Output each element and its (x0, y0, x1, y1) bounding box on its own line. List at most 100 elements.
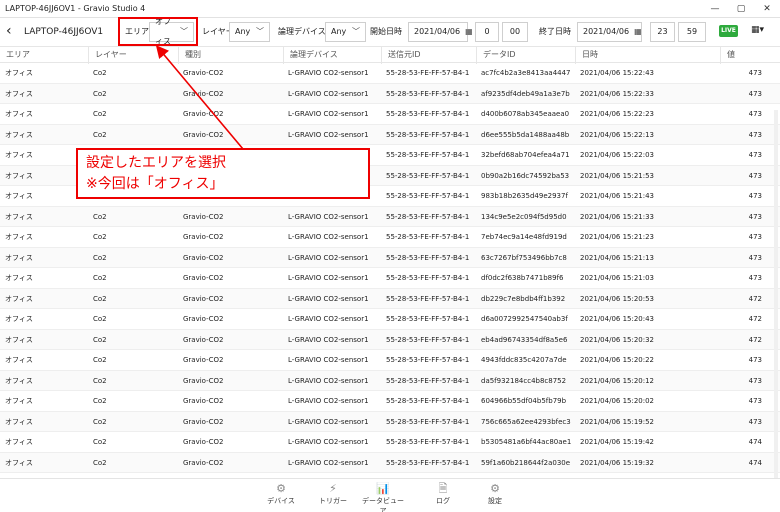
table-row[interactable]: オフィス Co2 Gravio-CO2 L-GRAVIO CO2-sensor1 55-… (0, 370, 780, 391)
col-data-id-cell: 0b90a2b16dc74592ba53 (481, 171, 570, 180)
col-logical-device-header[interactable]: 論理デバイス (283, 47, 381, 64)
col-data-id-cell: b5305481a6bf44ac80ae1 (481, 438, 572, 446)
logical-device-label: 論理デバイス (278, 27, 326, 36)
layer-value: Any (235, 27, 251, 36)
calendar-icon[interactable]: ▦ (465, 22, 473, 42)
calendar-icon[interactable]: ▦ (634, 22, 642, 42)
col-value-cell: 472 (748, 335, 762, 344)
data-table: エリア レイヤー 種別 論理デバイス 送信元ID データID 日時値 オフィス Co2 Grav… (0, 46, 780, 478)
col-value-cell: 473 (748, 171, 762, 180)
maximize-button[interactable]: ▢ (728, 0, 754, 18)
col-data-id-header[interactable]: データID (476, 47, 575, 64)
col-layer-cell: Co2 (93, 274, 107, 282)
end-hour-value: 23 (657, 27, 668, 36)
col-type-cell: Gravio-CO2 (183, 212, 224, 221)
col-datetime-cell: 2021/04/06 15:22:33 (580, 89, 655, 98)
col-type-cell: Gravio-CO2 (183, 274, 224, 282)
table-row[interactable]: オフィス Co2 Gravio-CO2 L-GRAVIO CO2-sensor1 55-… (0, 83, 780, 104)
col-source-id-cell: 55-28-53-FE-FF-57-B4-1 (386, 233, 470, 241)
table-row[interactable]: オフィス Co2 Gravio-CO2 L-GRAVIO CO2-sensor1 55-… (0, 227, 780, 248)
minimize-button[interactable]: — (702, 0, 728, 18)
col-area-cell: オフィス (5, 376, 33, 385)
nav-devices[interactable]: ⚙ デバイス (258, 482, 304, 506)
col-logical-device-cell: L-GRAVIO CO2-sensor1 (288, 417, 369, 426)
col-logical-device-cell: L-GRAVIO CO2-sensor1 (288, 110, 369, 118)
end-minute-input[interactable]: 59 (678, 22, 706, 42)
col-type-cell: Gravio-CO2 (183, 438, 224, 446)
col-area-header[interactable]: エリア (0, 47, 88, 64)
col-logical-device-cell: L-GRAVIO CO2-sensor1 (288, 69, 369, 77)
col-datetime-cell: 2021/04/06 15:20:22 (580, 356, 655, 364)
end-hour-input[interactable]: 23 (650, 22, 675, 42)
table-row[interactable]: オフィス Co2 Gravio-CO2 L-GRAVIO CO2-sensor1 55-… (0, 309, 780, 330)
col-datetime-cell: 2021/04/06 15:22:03 (580, 151, 655, 159)
annotation-line-1: 設定したエリアを選択 (86, 155, 226, 171)
col-layer-header[interactable]: レイヤー (88, 47, 178, 64)
col-layer-cell: Co2 (93, 110, 107, 118)
table-row[interactable]: オフィス Co2 Gravio-CO2 L-GRAVIO CO2-sensor1 55-… (0, 452, 780, 473)
col-source-id-cell: 55-28-53-FE-FF-57-B4-1 (386, 130, 470, 139)
col-source-id-header[interactable]: 送信元ID (381, 47, 476, 64)
start-minute-input[interactable]: 00 (502, 22, 528, 42)
table-row[interactable]: オフィス Co2 Gravio-CO2 L-GRAVIO CO2-sensor1 55-… (0, 104, 780, 125)
nav-log[interactable]: 🗎 ログ (420, 482, 466, 506)
document-icon: 🗎 (438, 482, 448, 495)
col-source-id-cell: 55-28-53-FE-FF-57-B4-1 (386, 376, 470, 385)
col-data-id-cell: d6a0072992547540ab3f (481, 315, 568, 323)
close-button[interactable]: ✕ (754, 0, 780, 18)
col-type-cell: Gravio-CO2 (183, 130, 224, 139)
col-area-cell: オフィス (5, 192, 33, 200)
col-layer-cell: Co2 (93, 356, 107, 364)
col-value-cell: 474 (748, 438, 762, 446)
col-type-cell: Gravio-CO2 (183, 376, 224, 385)
col-area-cell: オフィス (5, 171, 33, 180)
col-type-cell: Gravio-CO2 (183, 417, 224, 426)
live-toggle[interactable]: LIVE (719, 25, 738, 37)
col-source-id-cell: 55-28-53-FE-FF-57-B4-1 (386, 315, 470, 323)
col-data-id-cell: af9235df4deb49a1a3e7b (481, 89, 570, 98)
view-options-icon[interactable]: ▦▾ (751, 25, 764, 35)
end-date-input[interactable]: 2021/04/06 ▦ (577, 22, 642, 42)
col-layer-cell: Co2 (93, 130, 107, 139)
nav-data-viewer-label: データビューア (362, 497, 404, 512)
nav-triggers[interactable]: ⚡ トリガー (310, 482, 356, 506)
col-type-header[interactable]: 種別 (178, 47, 283, 64)
col-area-cell: オフィス (5, 69, 33, 77)
nav-devices-label: デバイス (267, 497, 295, 505)
nav-data-viewer[interactable]: 📊 データビューア (360, 482, 406, 512)
table-row[interactable]: オフィス Co2 Gravio-CO2 L-GRAVIO CO2-sensor1 55-… (0, 432, 780, 453)
col-layer-cell: Co2 (93, 376, 107, 385)
table-row[interactable]: オフィス Co2 Gravio-CO2 L-GRAVIO CO2-sensor1 55-… (0, 329, 780, 350)
col-datetime-cell: 2021/04/06 15:22:23 (580, 110, 655, 118)
start-date-input[interactable]: 2021/04/06 ▦ (408, 22, 473, 42)
filter-header: ‹ LAPTOP-46JJ6OV1 エリア オフィス ﹀ レイヤー Any ﹀ … (0, 17, 780, 46)
col-value-cell: 473 (748, 110, 762, 118)
device-gear-icon: ⚙ (276, 482, 286, 495)
col-datetime-cell: 2021/04/06 15:19:32 (580, 458, 655, 467)
col-area-cell: オフィス (5, 294, 33, 303)
layer-select[interactable]: Any ﹀ (229, 22, 270, 42)
col-logical-device-cell: L-GRAVIO CO2-sensor1 (288, 458, 369, 467)
annotation-line-2: ※今回は「オフィス」 (86, 176, 224, 192)
table-row[interactable]: オフィス Co2 Gravio-CO2 L-GRAVIO CO2-sensor1 55-… (0, 63, 780, 84)
table-row[interactable]: オフィス Co2 Gravio-CO2 L-GRAVIO CO2-sensor1 55-… (0, 350, 780, 371)
col-source-id-cell: 55-28-53-FE-FF-57-B4-1 (386, 417, 470, 426)
col-area-cell: オフィス (5, 356, 33, 364)
logical-device-select[interactable]: Any ﹀ (325, 22, 366, 42)
table-row[interactable]: オフィス Co2 Gravio-CO2 L-GRAVIO CO2-sensor1 55-… (0, 411, 780, 432)
col-value-cell: 473 (748, 233, 762, 241)
col-logical-device-cell: L-GRAVIO CO2-sensor1 (288, 397, 369, 405)
table-row[interactable]: オフィス Co2 Gravio-CO2 L-GRAVIO CO2-sensor1 55-… (0, 247, 780, 268)
col-datetime-header[interactable]: 日時 (575, 47, 720, 64)
vertical-scrollbar[interactable] (774, 110, 778, 478)
table-row[interactable]: オフィス Co2 Gravio-CO2 L-GRAVIO CO2-sensor1 55-… (0, 268, 780, 289)
start-hour-input[interactable]: 0 (475, 22, 499, 42)
table-row[interactable]: オフィス Co2 Gravio-CO2 L-GRAVIO CO2-sensor1 55-… (0, 124, 780, 145)
back-icon[interactable]: ‹ (6, 22, 12, 42)
nav-settings[interactable]: ⚙ 設定 (472, 482, 518, 506)
table-row[interactable]: オフィス Co2 Gravio-CO2 L-GRAVIO CO2-sensor1 55-… (0, 288, 780, 309)
col-value-header[interactable]: 値 (720, 47, 774, 64)
table-row[interactable]: オフィス Co2 Gravio-CO2 L-GRAVIO CO2-sensor1 55-… (0, 206, 780, 227)
table-row[interactable]: オフィス Co2 Gravio-CO2 L-GRAVIO CO2-sensor1 55-… (0, 391, 780, 412)
col-value-cell: 473 (748, 69, 762, 77)
